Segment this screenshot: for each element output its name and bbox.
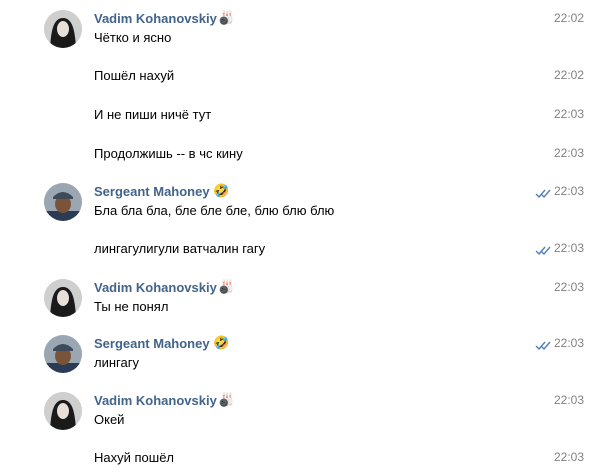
author-name[interactable]: Vadim Kohanovskiy [94,280,217,295]
bowling-emoji-icon: 🎳 [218,392,235,407]
laughing-emoji-icon: 🤣 [213,335,230,350]
read-check-icon [535,246,551,255]
read-check-icon [535,189,551,198]
author-name[interactable]: Sergeant Mahoney [94,336,210,351]
message-text: лингагу [94,355,139,370]
bowling-emoji-icon: 🎳 [218,279,235,294]
avatar[interactable] [44,392,82,430]
avatar[interactable] [44,279,82,317]
message-time: 22:03 [553,107,584,121]
message-text: Ты не понял [94,299,169,314]
message-time: 22:03 [553,393,584,407]
laughing-emoji-icon: 🤣 [213,183,230,198]
message-text: Нахуй пошёл [94,450,175,465]
message-time: 22:02 [553,68,584,82]
message-text: Чётко и ясно [94,30,172,45]
message-time: 22:03 [553,184,584,198]
author-name[interactable]: Sergeant Mahoney [94,184,210,199]
message-time: 22:03 [553,450,584,464]
author-name[interactable]: Vadim Kohanovskiy [94,393,217,408]
avatar[interactable] [44,183,82,221]
message-text: Бла бла бла, бле бле бле, блю блю блю [94,203,335,218]
message-time: 22:03 [553,336,584,350]
message-time: 22:03 [553,241,584,255]
message: Нахуй пошёл 22:03 [0,0,610,465]
read-check-icon [535,341,551,350]
chat-history: Vadim Kohanovskiy 🎳 Чётко и ясно 22:02 П… [0,0,610,475]
message-text: И не пиши ничё тут [94,107,212,122]
message-time: 22:03 [553,280,584,294]
message-text: Окей [94,412,125,427]
message-text: лингагулигули ватчалин гагу [94,241,266,256]
message-text: Пошёл нахуй [94,68,175,83]
message-time: 22:03 [553,146,584,160]
message-text: Продолжишь -- в чс кину [94,146,243,161]
avatar[interactable] [44,335,82,373]
